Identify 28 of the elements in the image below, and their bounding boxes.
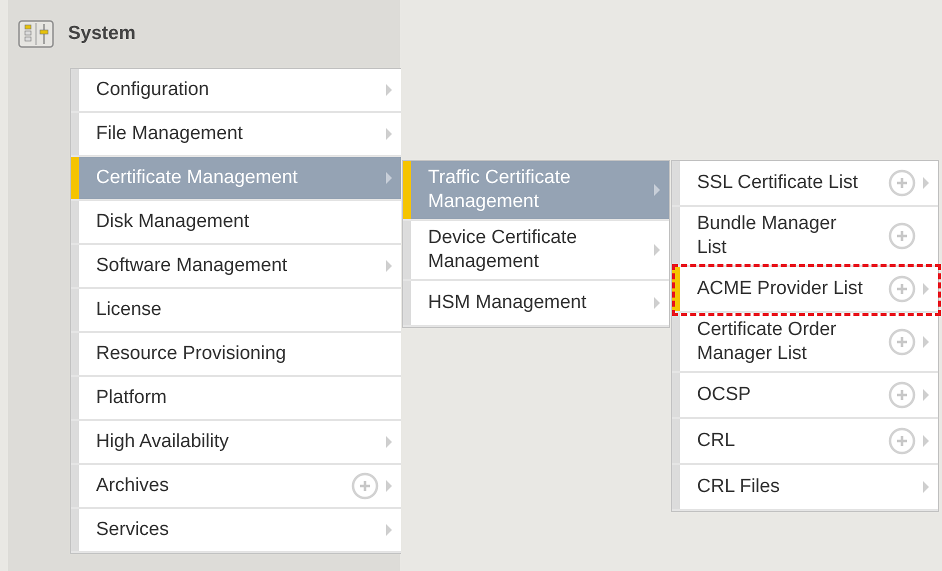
menu-item[interactable]: Platform <box>71 377 401 421</box>
menu-item[interactable]: SSL Certificate List <box>672 161 938 207</box>
menu-item[interactable]: CRL <box>672 419 938 465</box>
menu-item[interactable]: High Availability <box>71 421 401 465</box>
add-icon[interactable] <box>888 427 916 455</box>
menu-item[interactable]: Resource Provisioning <box>71 333 401 377</box>
menu-item[interactable]: Services <box>71 509 401 553</box>
menu-item[interactable]: ACME Provider List <box>672 267 938 313</box>
menu-item[interactable]: Configuration <box>71 69 401 113</box>
menu-item[interactable]: OCSP <box>672 373 938 419</box>
menu-item[interactable]: Certificate Order Manager List <box>672 313 938 373</box>
menu-item[interactable]: File Management <box>71 113 401 157</box>
section-title: System <box>68 23 136 45</box>
menu-item[interactable]: CRL Files <box>672 465 938 511</box>
add-icon[interactable] <box>888 222 916 250</box>
menu-item[interactable]: License <box>71 289 401 333</box>
menu-item[interactable]: Disk Management <box>71 201 401 245</box>
sliders-icon <box>18 20 54 48</box>
add-icon[interactable] <box>888 328 916 356</box>
add-icon[interactable] <box>888 169 916 197</box>
menu-item[interactable]: Archives <box>71 465 401 509</box>
add-icon[interactable] <box>888 381 916 409</box>
menu-item[interactable]: Device Certificate Management <box>403 221 669 281</box>
add-icon[interactable] <box>888 275 916 303</box>
menu-item[interactable]: Bundle Manager List <box>672 207 938 267</box>
menu-item[interactable]: Software Management <box>71 245 401 289</box>
add-icon[interactable] <box>351 472 379 500</box>
menu-item[interactable]: HSM Management <box>403 281 669 327</box>
